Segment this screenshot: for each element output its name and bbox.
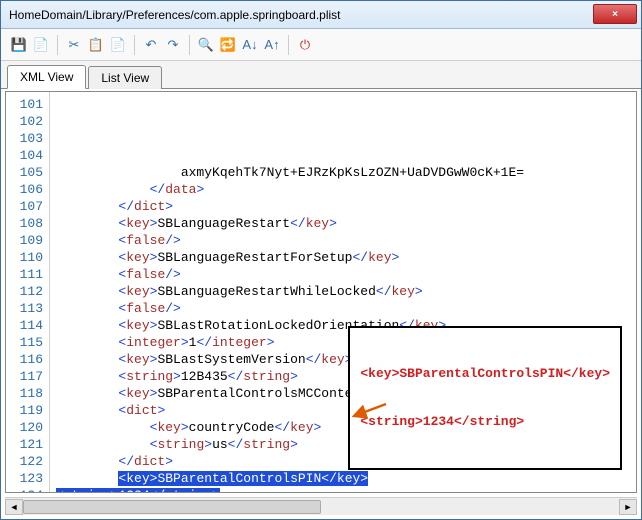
line-gutter: 1011021031041051061071081091101111121131… [6,92,50,492]
line-number: 111 [6,266,43,283]
code-editor[interactable]: 1011021031041051061071081091101111121131… [5,91,637,493]
titlebar[interactable]: HomeDomain/Library/Preferences/com.apple… [1,1,641,29]
scroll-right-button[interactable]: ► [619,499,637,515]
app-window: HomeDomain/Library/Preferences/com.apple… [0,0,642,520]
tab-list-view[interactable]: List View [88,66,162,89]
line-number: 118 [6,385,43,402]
cut-icon[interactable]: ✂ [66,37,82,53]
code-line[interactable]: <key>SBParentalControlsPIN</key> [56,470,636,487]
horizontal-scrollbar[interactable]: ◄ ► [5,497,637,515]
paste-icon[interactable]: 📄 [110,37,126,53]
line-number: 115 [6,334,43,351]
line-number: 103 [6,130,43,147]
line-number: 124 [6,487,43,493]
code-line[interactable]: </dict> [56,198,636,215]
new-icon[interactable]: 📄 [33,37,49,53]
scroll-track[interactable] [23,499,619,515]
line-number: 107 [6,198,43,215]
scroll-left-button[interactable]: ◄ [5,499,23,515]
separator [288,35,289,55]
line-number: 105 [6,164,43,181]
annotation-line1: <key>SBParentalControlsPIN</key> [360,366,610,382]
line-number: 110 [6,249,43,266]
code-line[interactable]: <string>1234</string> [56,487,636,493]
close-button[interactable]: × [593,4,637,24]
code-line[interactable]: <false/> [56,300,636,317]
tabstrip: XML View List View [1,61,641,89]
line-number: 123 [6,470,43,487]
code-line[interactable]: <key>SBLanguageRestartWhileLocked</key> [56,283,636,300]
close-icon: × [612,9,618,20]
annotation-line2: <string>1234</string> [360,414,610,430]
line-number: 109 [6,232,43,249]
separator [57,35,58,55]
tab-xml-view[interactable]: XML View [7,65,86,89]
code-line[interactable]: <key>SBLanguageRestartForSetup</key> [56,249,636,266]
line-number: 120 [6,419,43,436]
find-icon[interactable]: 🔍 [198,37,214,53]
line-number: 102 [6,113,43,130]
sort-asc-icon[interactable]: A↓ [242,37,258,53]
line-number: 108 [6,215,43,232]
replace-icon[interactable]: 🔁 [220,37,236,53]
undo-icon[interactable]: ↶ [143,37,159,53]
line-number: 106 [6,181,43,198]
stop-icon[interactable]: ⏻ [297,37,313,53]
line-number: 113 [6,300,43,317]
save-icon[interactable]: 💾 [11,37,27,53]
window-title: HomeDomain/Library/Preferences/com.apple… [5,8,341,22]
code-area[interactable]: <key>SBParentalControlsPIN</key> <string… [50,92,636,492]
copy-icon[interactable]: 📋 [88,37,104,53]
toolbar: 💾 📄 ✂ 📋 📄 ↶ ↷ 🔍 🔁 A↓ A↑ ⏻ [1,29,641,61]
annotation-callout: <key>SBParentalControlsPIN</key> <string… [348,326,622,470]
code-line[interactable]: <false/> [56,266,636,283]
line-number: 112 [6,283,43,300]
code-line[interactable]: <false/> [56,232,636,249]
code-line[interactable]: axmyKqehTk7Nyt+EJRzKpKsLzOZN+UaDVDGwW0cK… [56,164,636,181]
line-number: 114 [6,317,43,334]
code-line[interactable]: </data> [56,181,636,198]
separator [134,35,135,55]
line-number: 117 [6,368,43,385]
separator [189,35,190,55]
line-number: 116 [6,351,43,368]
line-number: 121 [6,436,43,453]
line-number: 119 [6,402,43,419]
sort-desc-icon[interactable]: A↑ [264,37,280,53]
line-number: 104 [6,147,43,164]
line-number: 101 [6,96,43,113]
line-number: 122 [6,453,43,470]
scroll-thumb[interactable] [23,500,321,514]
redo-icon[interactable]: ↷ [165,37,181,53]
code-line[interactable]: <key>SBLanguageRestart</key> [56,215,636,232]
